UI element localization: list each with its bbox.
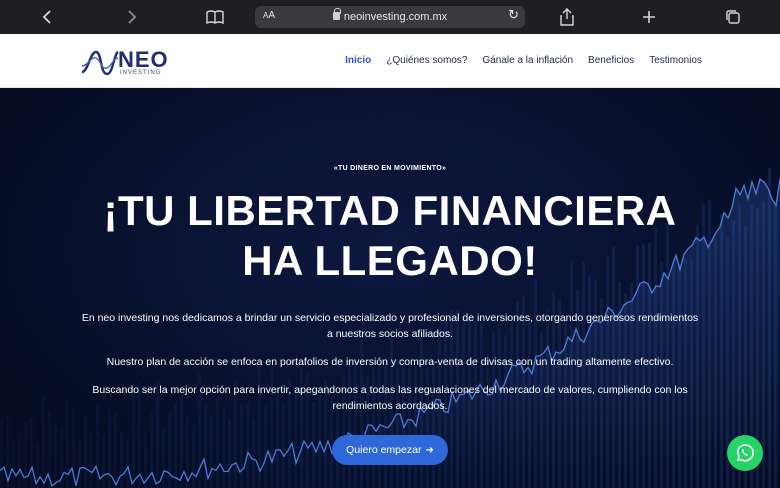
nav-item-ganale-inflacion[interactable]: Gánale a la inflación bbox=[482, 55, 573, 66]
reload-icon[interactable]: ↻ bbox=[508, 8, 519, 23]
hero-background-chart bbox=[0, 167, 780, 488]
plus-icon[interactable] bbox=[638, 6, 660, 28]
hero-title-line-1: ¡TU LIBERTAD FINANCIERA bbox=[103, 187, 677, 234]
logo[interactable]: NEO INVESTING bbox=[80, 46, 190, 78]
arrow-right-icon: ➔ bbox=[425, 444, 434, 456]
browser-toolbar: AA neoinvesting.com.mx ↻ bbox=[0, 0, 780, 34]
hero-tagline: «TU DINERO EN MOVIMIENTO» bbox=[333, 165, 447, 172]
nav-item-inicio[interactable]: Inicio bbox=[345, 55, 371, 66]
site-header: NEO INVESTING Inicio ¿Quiénes somos? Gán… bbox=[0, 34, 780, 88]
share-icon[interactable] bbox=[556, 6, 578, 28]
hero-paragraph-2: Nuestro plan de acción se enfoca en port… bbox=[106, 356, 674, 368]
hero-section: «TU DINERO EN MOVIMIENTO» ¡TU LIBERTAD F… bbox=[0, 88, 780, 488]
chevron-right-icon[interactable] bbox=[120, 6, 142, 28]
url-field[interactable]: neoinvesting.com.mx bbox=[255, 8, 525, 23]
main-menu: Inicio ¿Quiénes somos? Gánale a la infla… bbox=[345, 55, 702, 66]
address-bar[interactable]: AA neoinvesting.com.mx ↻ bbox=[255, 6, 525, 28]
hero-paragraph-3: Buscando ser la mejor opción para invert… bbox=[92, 384, 688, 412]
nav-item-testimonios[interactable]: Testimonios bbox=[649, 55, 702, 66]
cta-label: Quiero empezar bbox=[346, 444, 422, 456]
book-icon[interactable] bbox=[204, 6, 226, 28]
nav-item-quienes-somos[interactable]: ¿Quiénes somos? bbox=[386, 55, 467, 66]
url-text: neoinvesting.com.mx bbox=[343, 11, 448, 23]
nav-item-beneficios[interactable]: Beneficios bbox=[588, 55, 634, 66]
quiero-empezar-button[interactable]: Quiero empezar ➔ bbox=[332, 435, 448, 465]
hero-title-line-2: HA LLEGADO! bbox=[242, 237, 538, 284]
chevron-left-icon[interactable] bbox=[37, 6, 59, 28]
logo-wave-icon bbox=[81, 50, 119, 76]
text-size-button[interactable]: AA bbox=[263, 10, 275, 21]
hero-paragraph-1: En neo investing nos dedicamos a brindar… bbox=[81, 312, 699, 340]
logo-subtitle: INVESTING bbox=[120, 70, 162, 76]
lock-icon bbox=[332, 8, 341, 20]
tabs-icon[interactable] bbox=[722, 6, 744, 28]
whatsapp-icon[interactable] bbox=[727, 435, 763, 471]
hero-title: ¡TU LIBERTAD FINANCIERA HA LLEGADO! bbox=[0, 186, 780, 286]
